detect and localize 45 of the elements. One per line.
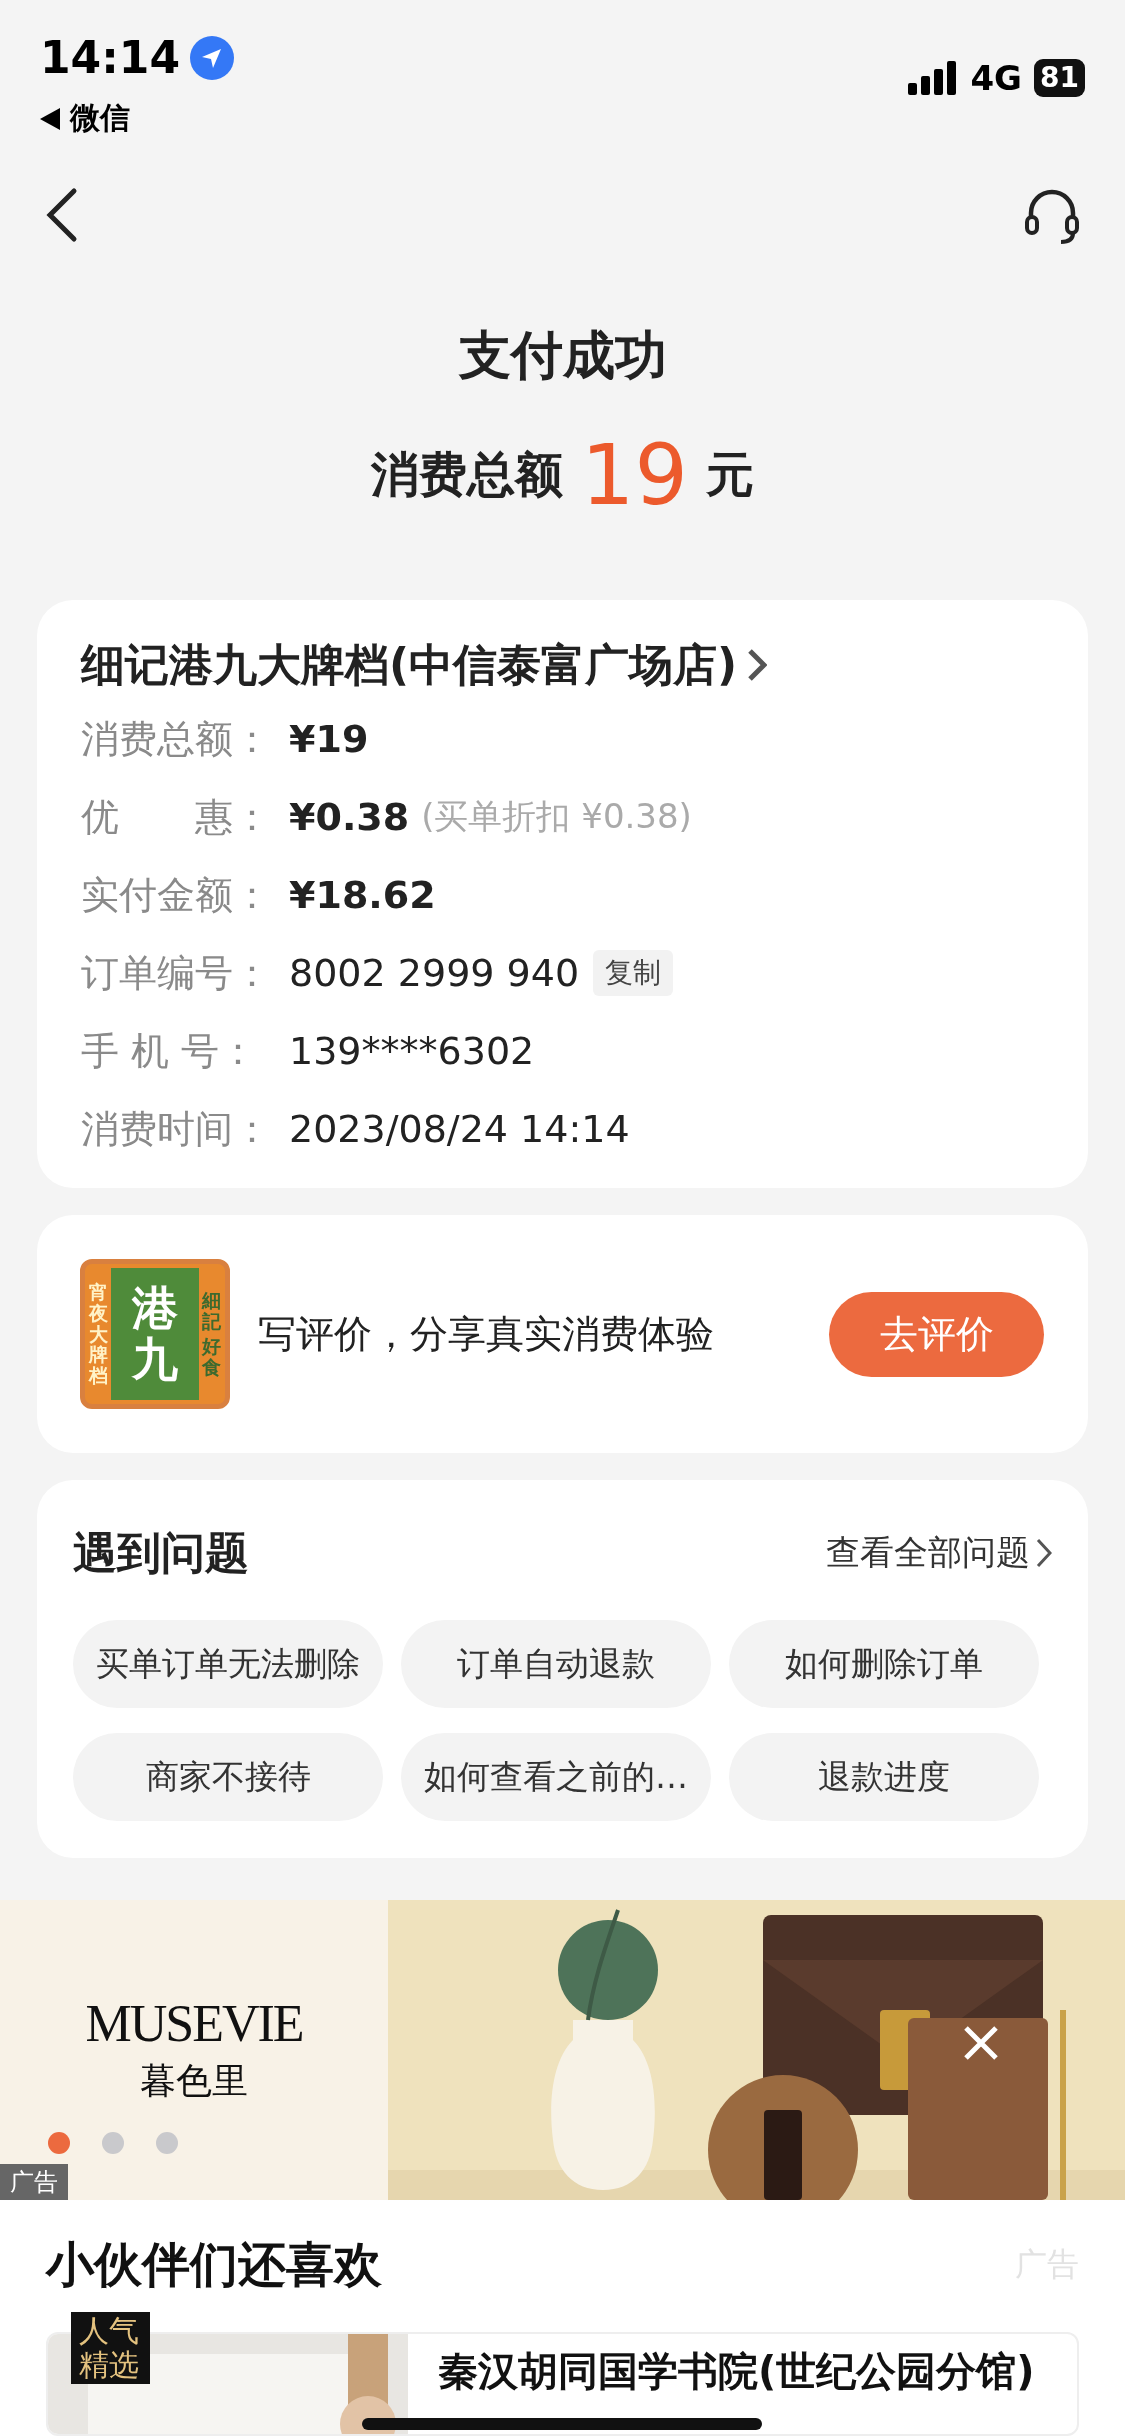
question-chip[interactable]: 如何查看之前的…	[401, 1733, 711, 1821]
chevron-right-icon[interactable]	[1036, 1538, 1052, 1568]
signal-icon	[908, 61, 959, 95]
question-chip[interactable]: 退款进度	[729, 1733, 1039, 1821]
field-label: 手 机 号：	[81, 1027, 259, 1075]
field-value: ¥19	[289, 717, 369, 761]
store-name[interactable]: 细记港九大牌档(中信泰富广场店)	[81, 630, 738, 700]
brand-logo: MUSEVIE	[85, 1994, 303, 2053]
field-value: ¥0.38	[289, 795, 410, 839]
field-label: 优 惠：	[81, 793, 272, 841]
ad-tag: 广告	[0, 2164, 68, 2200]
field-value: 139****6302	[289, 1029, 535, 1073]
discount-note: (买单折扣 ¥0.38)	[421, 795, 692, 838]
status-time: 14:14	[40, 31, 181, 85]
brand-name: 暮色里	[140, 2059, 248, 2103]
currency-unit: 元	[705, 445, 754, 504]
view-all-link[interactable]: 查看全部问题	[826, 1530, 1052, 1576]
back-icon[interactable]	[44, 187, 78, 243]
field-label: 消费总额：	[81, 715, 272, 763]
location-icon	[190, 36, 235, 80]
section-title: 遇到问题	[73, 1525, 249, 1580]
field-label: 消费时间：	[81, 1105, 272, 1153]
page-title: 支付成功	[457, 324, 668, 387]
field-label: 实付金额：	[81, 871, 272, 919]
network-label: 4G	[970, 58, 1023, 98]
section-title: 小伙伴们还喜欢	[46, 2235, 382, 2294]
question-chip[interactable]: 订单自动退款	[401, 1620, 711, 1708]
close-icon[interactable]	[963, 2025, 999, 2061]
field-label: 订单编号：	[81, 949, 272, 997]
question-chip[interactable]: 如何删除订单	[729, 1620, 1039, 1708]
field-value: 8002 2999 940	[289, 951, 580, 995]
field-value: ¥18.62	[289, 873, 436, 917]
review-prompt: 写评价，分享真实消费体验	[258, 1310, 715, 1358]
back-app-label[interactable]: 微信	[70, 98, 130, 139]
popular-badge: 人气精选	[71, 2312, 150, 2384]
venue-title: 秦汉胡同国学书院(世纪公园分馆)	[438, 2347, 1035, 2396]
chevron-right-icon[interactable]	[747, 648, 768, 682]
total-amount: 19	[581, 426, 688, 524]
back-triangle-icon[interactable]	[40, 107, 60, 130]
field-value: 2023/08/24 14:14	[289, 1107, 630, 1151]
question-chip[interactable]: 商家不接待	[73, 1733, 383, 1821]
question-chip[interactable]: 买单订单无法删除	[73, 1620, 383, 1708]
battery-level: 81	[1034, 59, 1085, 97]
total-label: 消费总额	[371, 445, 564, 504]
copy-button[interactable]: 复制	[593, 950, 674, 996]
